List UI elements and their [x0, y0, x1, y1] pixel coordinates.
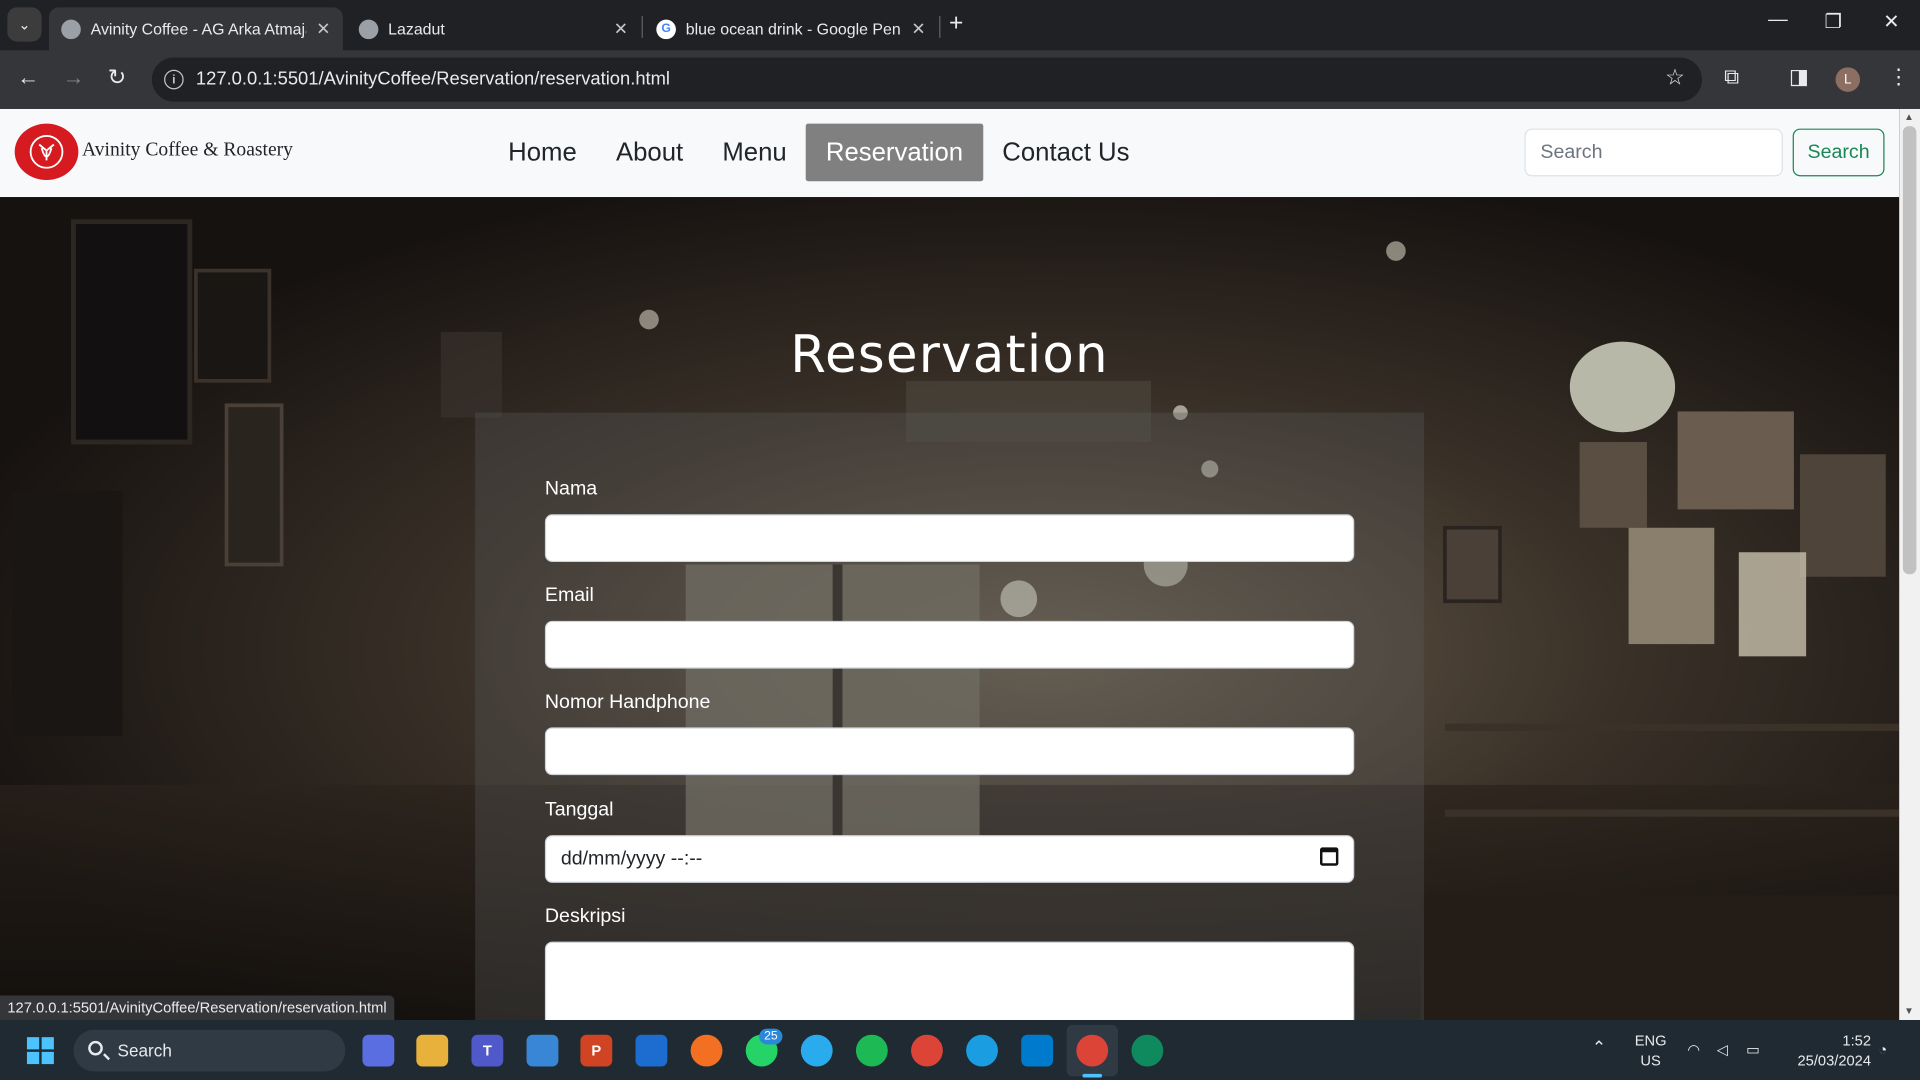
hero-section: Reservation Nama Email Nomor Handphone T… — [0, 197, 1900, 1021]
battery-icon[interactable]: ▭ — [1746, 1040, 1760, 1060]
volume-icon[interactable]: ◁ — [1717, 1040, 1728, 1060]
notepad-icon[interactable] — [526, 1034, 559, 1067]
field-label-deskripsi: Deskripsi — [544, 906, 626, 927]
powerpoint-icon[interactable]: P — [580, 1034, 613, 1067]
tab-google-search[interactable]: G blue ocean drink - Google Penelusuran … — [644, 7, 938, 50]
firefox-icon[interactable] — [690, 1034, 723, 1067]
close-icon[interactable]: ✕ — [911, 18, 925, 39]
close-icon[interactable]: ✕ — [316, 18, 330, 39]
deskripsi-textarea[interactable] — [544, 941, 1355, 1021]
spotify-icon[interactable] — [855, 1034, 888, 1067]
datetime-input[interactable]: dd/mm/yyyy --:-- — [544, 835, 1355, 883]
taskbar-search-label: Search — [117, 1040, 172, 1061]
teams-icon[interactable]: T — [471, 1034, 504, 1067]
windows-taskbar: Search T P 25 ⌃ ENG US ◠ ◁ ▭ 1:52 25/03/… — [0, 1020, 1920, 1080]
window-close-icon[interactable]: ✕ — [1883, 10, 1899, 34]
tab-lazadut[interactable]: Lazadut ✕ — [347, 7, 641, 50]
tab-title: Avinity Coffee - AG Arka Atmaja — [90, 19, 307, 38]
page-title: Reservation — [790, 324, 1109, 385]
vscode-icon[interactable] — [1021, 1034, 1054, 1067]
calendar-icon[interactable] — [1320, 847, 1339, 866]
globe-icon — [61, 18, 81, 39]
tab-separator — [939, 15, 941, 38]
side-panel-icon[interactable]: ◨ — [1789, 65, 1809, 89]
forward-arrow-icon[interactable]: → — [62, 65, 84, 91]
wifi-icon[interactable]: ◠ — [1687, 1040, 1700, 1060]
datetime-placeholder: dd/mm/yyyy --:-- — [560, 848, 703, 870]
address-bar[interactable]: i 127.0.0.1:5501/AvinityCoffee/Reservati… — [151, 57, 1703, 102]
minimize-icon[interactable]: — — [1768, 10, 1788, 32]
back-arrow-icon[interactable]: ← — [17, 65, 39, 91]
address-url[interactable]: 127.0.0.1:5501/AvinityCoffee/Reservation… — [196, 69, 670, 90]
clock-date: 25/03/2024 — [1797, 1051, 1872, 1069]
telegram-icon[interactable] — [800, 1034, 833, 1067]
active-indicator — [1082, 1073, 1103, 1078]
language-code: ENG — [1634, 1032, 1667, 1050]
clock-time: 1:52 — [1842, 1032, 1872, 1050]
clock[interactable]: 1:52 25/03/2024 — [1783, 1031, 1871, 1070]
main-menu: Home About Menu Reservation Contact Us — [489, 123, 1149, 182]
file-explorer-icon[interactable] — [416, 1034, 449, 1067]
region-code: US — [1640, 1051, 1661, 1069]
nama-input[interactable] — [544, 514, 1355, 563]
close-icon[interactable]: ✕ — [614, 18, 628, 39]
site-navbar: Avinity Coffee & Roastery Home About Men… — [0, 108, 1900, 198]
field-label-nomor-handphone: Nomor Handphone — [544, 691, 711, 713]
tab-separator — [641, 15, 643, 38]
new-tab-plus-icon[interactable]: + — [949, 10, 963, 38]
chrome-icon[interactable] — [911, 1034, 943, 1067]
browser-toolbar: ← → ↻ i 127.0.0.1:5501/AvinityCoffee/Res… — [0, 50, 1920, 109]
search-icon — [88, 1040, 103, 1056]
restore-icon[interactable]: ❐ — [1825, 10, 1843, 34]
search-button[interactable]: Search — [1792, 128, 1885, 177]
extensions-puzzle-icon[interactable]: ⧉ — [1724, 65, 1739, 89]
status-bar-url: 127.0.0.1:5501/AvinityCoffee/Reservation… — [0, 995, 394, 1021]
copilot-icon[interactable] — [362, 1034, 395, 1067]
whiteboard-icon[interactable] — [635, 1034, 668, 1067]
menu-item-about[interactable]: About — [596, 124, 702, 182]
browser-tab-strip: ⌄ Avinity Coffee - AG Arka Atmaja ✕ Laza… — [0, 0, 1920, 51]
field-label-nama: Nama — [544, 478, 598, 500]
whatsapp-badge: 25 — [759, 1028, 783, 1045]
field-label-tanggal: Tanggal — [544, 799, 614, 821]
menu-item-contact-us[interactable]: Contact Us — [983, 124, 1149, 182]
scrollbar-thumb[interactable] — [1902, 126, 1917, 575]
page-scrollbar[interactable]: ▲ ▼ — [1899, 108, 1920, 1021]
notification-bell-icon[interactable]: ◔ — [1878, 1040, 1887, 1060]
language-indicator[interactable]: ENG US — [1629, 1031, 1673, 1070]
chrome-active-icon[interactable] — [1076, 1034, 1109, 1067]
page-viewport: Avinity Coffee & Roastery Home About Men… — [0, 108, 1900, 1021]
globe-icon — [358, 18, 379, 39]
edge-icon[interactable] — [966, 1034, 998, 1067]
tab-avinity[interactable]: Avinity Coffee - AG Arka Atmaja ✕ — [48, 7, 343, 51]
site-info-icon[interactable]: i — [164, 69, 184, 90]
tab-search-button[interactable]: ⌄ — [7, 7, 42, 42]
menu-item-home[interactable]: Home — [489, 124, 597, 182]
chevron-down-icon: ⌄ — [18, 15, 31, 34]
phone-input[interactable] — [544, 727, 1355, 776]
brand-logo[interactable] — [14, 123, 79, 181]
scroll-down-arrow-icon[interactable]: ▼ — [1904, 1005, 1914, 1016]
brand-name[interactable]: Avinity Coffee & Roastery — [82, 140, 293, 162]
owl-logo-icon — [29, 135, 64, 169]
windows-start-icon[interactable] — [26, 1037, 54, 1065]
field-label-email: Email — [544, 585, 594, 607]
search-input[interactable]: Search — [1524, 128, 1783, 177]
tray-overflow-chevron-icon[interactable]: ⌃ — [1592, 1037, 1606, 1057]
email-input[interactable] — [544, 620, 1355, 669]
profile-avatar[interactable]: L — [1835, 67, 1861, 92]
tab-title: blue ocean drink - Google Penelusuran — [685, 19, 902, 38]
google-icon: G — [656, 18, 676, 39]
taskbar-search[interactable]: Search — [73, 1029, 346, 1072]
scroll-up-arrow-icon[interactable]: ▲ — [1904, 111, 1914, 122]
tab-title: Lazadut — [388, 19, 445, 38]
reservation-form: Nama Email Nomor Handphone Tanggal dd/mm… — [475, 412, 1425, 1021]
edge-dev-icon[interactable] — [1131, 1034, 1164, 1067]
reload-icon[interactable]: ↻ — [108, 65, 126, 91]
menu-item-menu[interactable]: Menu — [703, 124, 807, 182]
more-menu-icon[interactable]: ⋮ — [1888, 65, 1909, 89]
menu-item-reservation[interactable]: Reservation — [806, 123, 983, 182]
bookmark-star-icon[interactable]: ☆ — [1665, 65, 1685, 91]
